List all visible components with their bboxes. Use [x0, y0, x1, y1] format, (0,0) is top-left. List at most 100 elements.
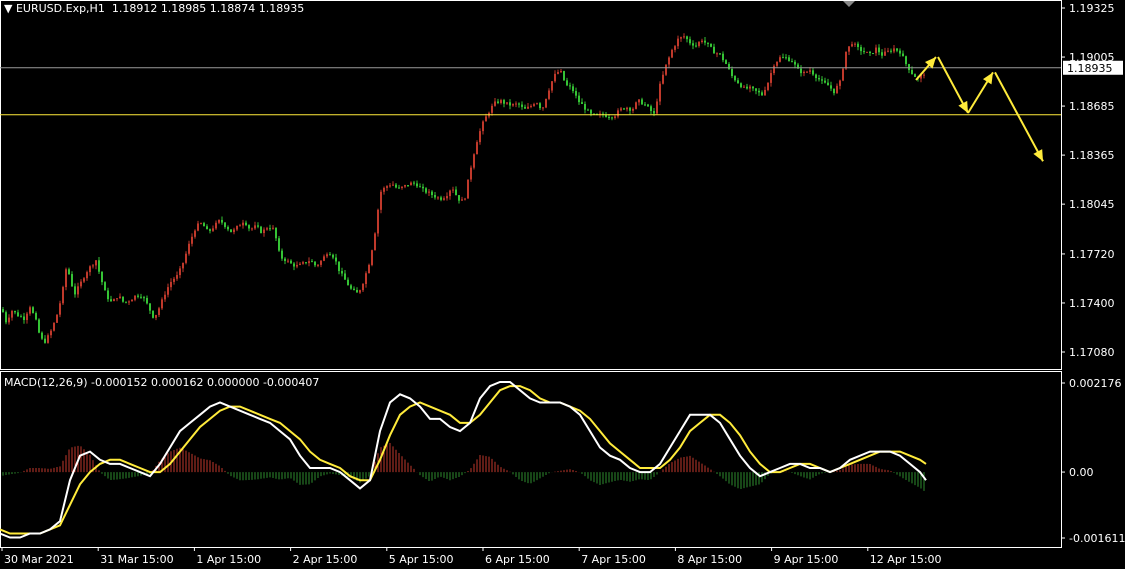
candle-body — [410, 182, 412, 186]
candle-body — [41, 332, 43, 339]
candle-body — [674, 46, 676, 50]
candle-body — [260, 226, 262, 234]
candle-body — [338, 261, 340, 272]
candle-body — [560, 71, 562, 73]
candle-body — [452, 189, 454, 191]
candle-body — [632, 108, 634, 111]
candle-body — [851, 44, 853, 47]
candle-body — [239, 225, 241, 227]
candle-body — [434, 195, 436, 198]
candle-body — [446, 196, 448, 199]
candle-body — [323, 256, 325, 261]
candle-body — [80, 281, 82, 287]
candle-body — [686, 36, 688, 40]
candle-body — [11, 310, 13, 318]
candle-body — [803, 71, 805, 74]
candle-body — [467, 179, 469, 199]
candle-body — [494, 101, 496, 106]
candle-body — [899, 50, 901, 54]
dropdown-triangle-icon[interactable]: ▼ — [4, 2, 12, 15]
candle-body — [116, 298, 118, 300]
candle-body — [521, 104, 523, 107]
candle-body — [182, 262, 184, 269]
candle-body — [203, 223, 205, 227]
price-tick-label: 1.18045 — [1069, 198, 1115, 211]
candle-body — [398, 187, 400, 189]
candle-body — [32, 307, 34, 314]
candle-body — [248, 225, 250, 229]
candle-body — [284, 258, 286, 261]
candle-body — [38, 319, 40, 333]
candle-body — [698, 42, 700, 46]
candle-body — [893, 48, 895, 52]
candle-body — [656, 101, 658, 114]
candle-body — [152, 310, 154, 318]
candle-body — [458, 195, 460, 201]
candle-body — [701, 40, 703, 43]
candle-body — [590, 110, 592, 114]
candle-body — [839, 80, 841, 86]
candle-body — [473, 154, 475, 168]
candle-body — [503, 100, 505, 104]
candle-body — [353, 288, 355, 291]
candle-body — [251, 228, 253, 230]
candle-body — [734, 76, 736, 81]
candle-body — [836, 85, 838, 94]
candle-body — [779, 57, 781, 62]
candle-body — [89, 266, 91, 273]
candle-body — [497, 101, 499, 103]
candle-body — [173, 278, 175, 282]
candle-body — [314, 261, 316, 266]
candle-body — [746, 86, 748, 89]
candle-body — [407, 185, 409, 187]
candle-body — [530, 105, 532, 107]
candle-body — [533, 104, 535, 106]
candle-body — [461, 199, 463, 201]
candle-body — [290, 260, 292, 264]
candle-body — [2, 309, 4, 313]
candle-body — [548, 90, 550, 99]
candle-body — [83, 278, 85, 282]
candle-body — [206, 226, 208, 230]
candle-body — [476, 142, 478, 155]
candle-body — [59, 303, 61, 315]
candle-body — [293, 263, 295, 267]
time-tick-label: 2 Apr 15:00 — [293, 553, 358, 566]
candle-body — [638, 99, 640, 103]
candle-body — [416, 183, 418, 187]
candle-body — [896, 48, 898, 51]
candle-body — [245, 222, 247, 226]
candle-body — [524, 106, 526, 109]
candle-body — [392, 184, 394, 186]
candle-body — [845, 51, 847, 69]
candle-body — [677, 38, 679, 47]
candle-body — [332, 254, 334, 258]
price-tick-label: 1.18365 — [1069, 149, 1115, 162]
candle-body — [278, 238, 280, 251]
candle-body — [824, 80, 826, 83]
candle-body — [443, 198, 445, 200]
candle-body — [581, 102, 583, 105]
candle-body — [695, 45, 697, 47]
candle-body — [158, 308, 160, 315]
candle-body — [653, 111, 655, 114]
candle-body — [662, 74, 664, 84]
candle-body — [623, 108, 625, 110]
time-tick-label: 6 Apr 15:00 — [485, 553, 550, 566]
candle-body — [35, 313, 37, 320]
candle-body — [305, 262, 307, 264]
candle-body — [713, 46, 715, 54]
candle-body — [440, 197, 442, 200]
candle-body — [404, 185, 406, 187]
candle-body — [161, 299, 163, 309]
candle-body — [890, 50, 892, 52]
candle-body — [281, 250, 283, 259]
candle-body — [611, 117, 613, 119]
candle-body — [29, 307, 31, 314]
candle-body — [8, 317, 10, 323]
symbol-label: EURUSD.Exp,H1 — [15, 2, 105, 15]
candle-body — [470, 167, 472, 180]
candle-body — [905, 56, 907, 65]
candle-body — [191, 236, 193, 244]
candle-body — [311, 261, 313, 263]
